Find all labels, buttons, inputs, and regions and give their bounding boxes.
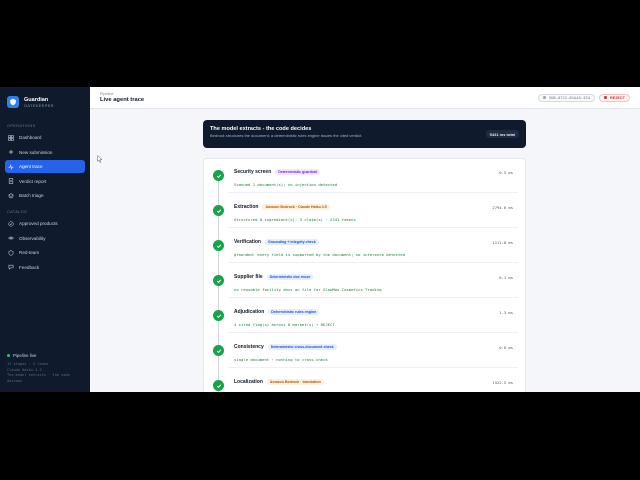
step-name: Verification [234,239,261,246]
layers-icon [8,192,14,199]
step-detail: 4 cited flag(s) across 8 market(s) → REJ… [234,322,335,327]
brand-subtitle: GATEKEEPER [24,102,54,108]
sidebar-item-agent-trace[interactable]: Agent trace [5,160,85,173]
submission-id-badge[interactable]: SUB-0712-81A4A-434 [537,93,596,102]
step-adjudication[interactable]: Adjudication Deterministic rules engine … [204,301,525,333]
step-tag: Deterministic guardrail [275,169,321,176]
trace-timeline: Security screen Deterministic guardrail … [203,158,526,392]
sidebar-item-new-submission[interactable]: New submission [5,146,85,159]
sidebar-item-label: Observability [19,235,46,241]
step-extraction[interactable]: Extraction Amazon Bedrock · Claude Haiku… [204,196,525,228]
step-detail: single document · nothing to cross-check [234,357,328,362]
sidebar-item-label: Agent trace [19,164,43,169]
id-dot-icon [542,96,546,99]
check-circle-icon [8,220,14,227]
step-tag: Grounding + integrity check [264,239,319,246]
step-tag: Deterministic rules engine [268,309,320,316]
pipeline-status-label: Pipeline live [13,353,37,358]
shield-logo-icon [7,96,19,108]
mouse-cursor-icon [97,155,103,163]
step-name: Localization [234,379,263,386]
sidebar-item-dashboard[interactable]: Dashboard [5,131,85,144]
section-label-operations: OPERATIONS [7,124,36,128]
check-icon [213,275,224,286]
topbar: Pipeline Live agent trace SUB-0712-81A4A… [90,87,640,109]
trace-content[interactable]: The model extracts - the code decides Be… [90,109,640,392]
step-tag: Deterministic doc reuse [266,274,314,281]
trace-icon [8,163,14,170]
sidebar: Guardian GATEKEEPER OPERATIONS Dashboard… [0,87,90,392]
sidebar-item-label: Dashboard [19,135,42,140]
step-detail: grounded: every field is supported by th… [234,252,405,257]
step-detail: Scanned 1 document(s); no injection dete… [234,182,338,187]
hero-subtitle: Bedrock structures the document; a deter… [210,133,363,138]
sidebar-item-batch-triage[interactable]: Batch triage [5,189,85,202]
sidebar-item-label: New submission [19,149,53,155]
sidebar-item-verdict-report[interactable]: Verdict report [5,175,85,188]
shield-icon [8,249,14,256]
step-duration: 0.5 ms [499,170,513,175]
check-icon [213,205,224,216]
reject-dot-icon [604,96,608,99]
submission-id: SUB-0712-81A4A-434 [548,95,591,100]
check-icon [213,380,224,391]
app-window: Guardian GATEKEEPER OPERATIONS Dashboard… [0,87,640,392]
step-detail: Structured 8 ingredient(s), 3 claim(s) ·… [234,217,356,222]
step-detail: no reusable facility docs on file for Gl… [234,287,382,292]
page-title: Live agent trace [100,96,145,103]
step-security-screen[interactable]: Security screen Deterministic guardrail … [204,161,525,193]
step-consistency[interactable]: Consistency Deterministic cross-document… [204,336,525,368]
main-panel: Pipeline Live agent trace SUB-0712-81A4A… [90,87,640,392]
step-tag: Amazon Bedrock · Claude Haiku 4.5 [262,204,330,211]
step-duration: 1.3 ms [499,310,513,315]
hero-banner: The model extracts - the code decides Be… [203,120,526,148]
plus-icon [8,149,14,155]
grid-icon [8,134,14,141]
step-duration: 0.0 ms [499,345,513,350]
sidebar-item-feedback[interactable]: Feedback [5,261,85,274]
check-icon [213,310,224,321]
verdict-label: REJECT [610,95,625,100]
sidebar-item-label: Feedback [19,264,40,270]
step-name: Consistency [234,344,264,351]
verdict-badge: REJECT [599,93,630,102]
total-time-badge: 5431 ms total [485,130,519,138]
sidebar-item-label: Verdict report [19,178,47,184]
step-supplier-file[interactable]: Supplier file Deterministic doc reuse 0.… [204,266,525,298]
status-dot-icon [7,354,10,357]
step-tag: Deterministic cross-document check [267,344,337,351]
pipeline-status: Pipeline live [7,353,86,358]
step-name: Security screen [234,169,272,176]
sidebar-item-red-team[interactable]: Red-team [5,246,85,259]
sidebar-item-approved-products[interactable]: Approved products [5,217,85,230]
check-icon [213,345,224,356]
step-duration: 2794.6 ms [492,205,513,210]
eye-icon [8,235,14,241]
brand[interactable]: Guardian GATEKEEPER [0,87,90,116]
sidebar-footer: Pipeline live 12 stages · 2 lanes Claude… [7,353,86,384]
step-duration: 1522.5 ms [492,380,513,385]
check-icon [213,170,224,181]
hero-title: The model extracts - the code decides [210,126,312,132]
chat-icon [8,264,14,270]
step-localization[interactable]: Localization Amazon Bedrock · translatio… [204,371,525,392]
sidebar-item-observability[interactable]: Observability [5,232,85,245]
step-name: Extraction [234,204,259,211]
step-duration: 1111.8 ms [492,240,513,245]
sidebar-item-label: Red-team [19,250,40,255]
footer-line: decides [7,378,23,383]
step-tag: Amazon Bedrock · translation [266,379,324,386]
sidebar-item-label: Approved products [19,221,58,226]
sidebar-item-label: Batch triage [19,193,44,198]
step-duration: 0.1 ms [499,275,513,280]
step-name: Supplier file [234,274,263,281]
check-icon [213,240,224,251]
document-icon [8,178,14,184]
step-name: Adjudication [234,309,265,316]
step-verification[interactable]: Verification Grounding + integrity check… [204,231,525,263]
section-label-catalog: CATALOG [7,210,28,214]
